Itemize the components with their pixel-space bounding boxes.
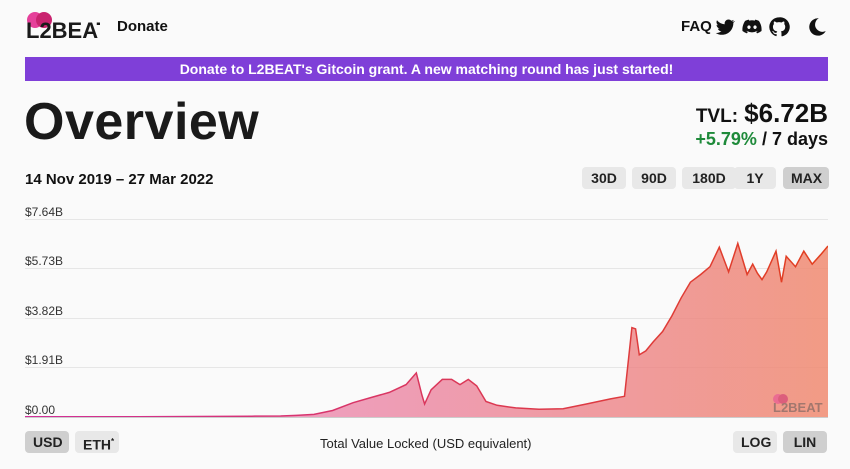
donate-banner[interactable]: Donate to L2BEAT's Gitcoin grant. A new … [25,57,828,81]
period-1y-button[interactable]: 1Y [734,167,776,189]
scale-log-button[interactable]: LOG [733,431,777,453]
l2beat-watermark: L2BEAT [773,394,823,414]
tvl-label: TVL: [695,106,739,127]
tvl-area-chart[interactable] [25,219,828,417]
logo-text: L2BEAT [26,18,100,42]
y-tick-label: $7.64B [25,205,64,219]
tvl-change: +5.79% / 7 days [695,129,828,150]
page-title: Overview [24,93,260,151]
scale-lin-button[interactable]: LIN [783,431,827,453]
date-range: 14 Nov 2019 – 27 Mar 2022 [25,171,214,188]
tvl-change-period: / 7 days [761,129,828,149]
period-180d-button[interactable]: 180D [682,167,736,189]
github-icon[interactable] [768,16,790,38]
period-90d-button[interactable]: 90D [632,167,676,189]
dark-mode-icon[interactable] [806,16,828,38]
chart-footer-label: Total Value Locked (USD equivalent) [320,436,532,451]
period-max-button[interactable]: MAX [783,167,829,189]
x-axis-line [25,417,828,418]
twitter-icon[interactable] [714,16,736,38]
nav-donate-link[interactable]: Donate [117,18,168,35]
period-30d-button[interactable]: 30D [582,167,626,189]
nav-faq-link[interactable]: FAQ [681,18,712,35]
currency-usd-button[interactable]: USD [25,431,69,453]
currency-eth-button[interactable]: ETH* [75,431,119,453]
discord-icon[interactable] [741,16,763,38]
watermark-text: L2BEAT [773,400,823,414]
currency-eth-label: ETH [83,436,111,453]
tvl-change-percent: +5.79% [695,129,757,149]
tvl-summary: TVL: $6.72B [696,98,828,129]
l2beat-logo[interactable]: L2BEAT [24,8,100,42]
tvl-value: $6.72B [744,98,828,128]
